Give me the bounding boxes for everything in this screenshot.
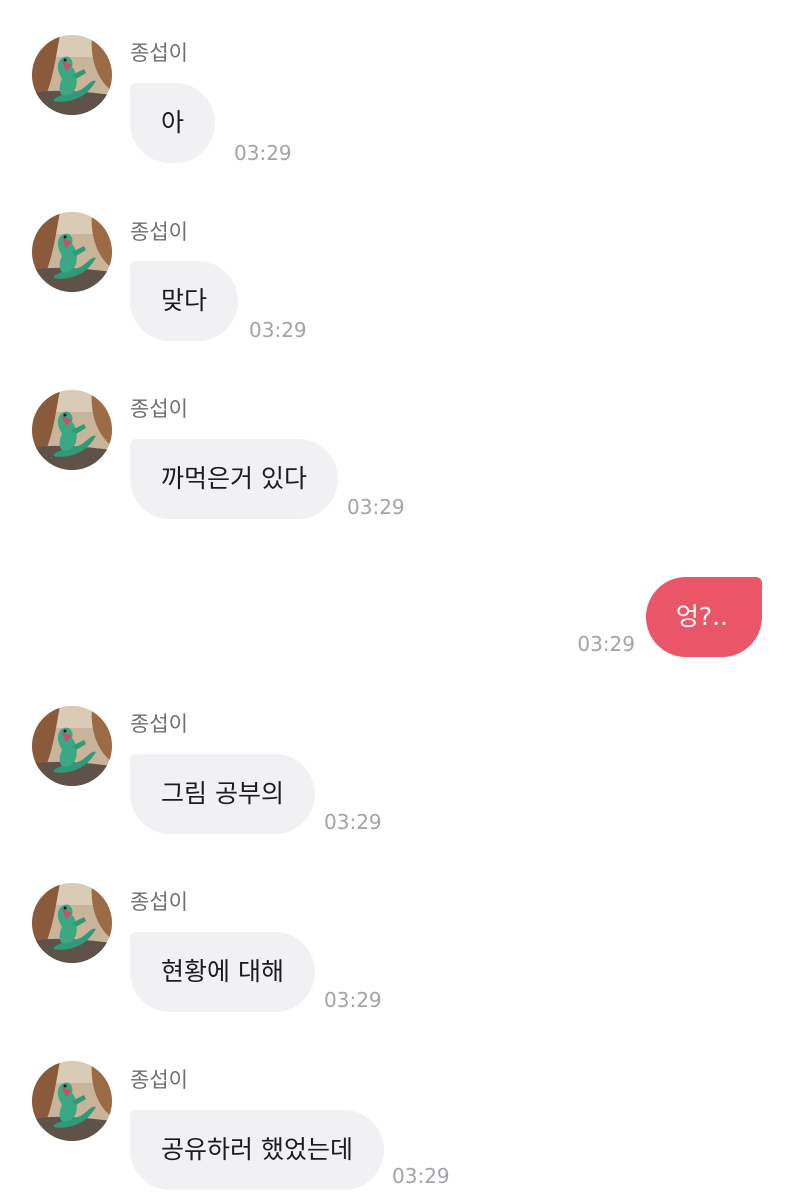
message-time: 03:29 (577, 632, 635, 656)
message-bubble[interactable]: 그림 공부의 (130, 754, 315, 834)
message-time: 03:29 (234, 141, 292, 165)
sender-name: 종섭이 (130, 220, 188, 244)
sender-name: 종섭이 (130, 41, 188, 65)
message-time: 03:29 (347, 495, 405, 519)
message-time: 03:29 (324, 810, 382, 834)
message-bubble[interactable]: 맞다 (130, 261, 239, 341)
message-bubble[interactable]: 아 (130, 83, 216, 163)
message-bubble[interactable]: 까먹은거 있다 (130, 439, 338, 519)
message-bubble[interactable]: 공유하러 했었는데 (130, 1110, 384, 1190)
sender-avatar-icon[interactable] (32, 706, 112, 786)
sender-avatar-icon[interactable] (32, 883, 112, 963)
sender-name: 종섭이 (130, 712, 188, 736)
message-time: 03:29 (249, 318, 307, 342)
sender-avatar-icon[interactable] (32, 35, 112, 115)
sender-avatar-icon[interactable] (32, 1061, 112, 1141)
message-time: 03:29 (324, 988, 382, 1012)
message-bubble[interactable]: 현황에 대해 (130, 932, 315, 1012)
sender-name: 종섭이 (130, 1068, 188, 1092)
sender-name: 종섭이 (130, 890, 188, 914)
my-message-bubble[interactable]: 엉?.. (645, 577, 762, 657)
sender-name: 종섭이 (130, 397, 188, 421)
sender-avatar-icon[interactable] (32, 212, 112, 292)
chat-thread: 종섭이 아 03:29 종섭이 맞다 03:29 종섭이 까먹은거 있다 03:… (0, 0, 794, 1200)
message-time: 03:29 (392, 1164, 450, 1188)
sender-avatar-icon[interactable] (32, 390, 112, 470)
